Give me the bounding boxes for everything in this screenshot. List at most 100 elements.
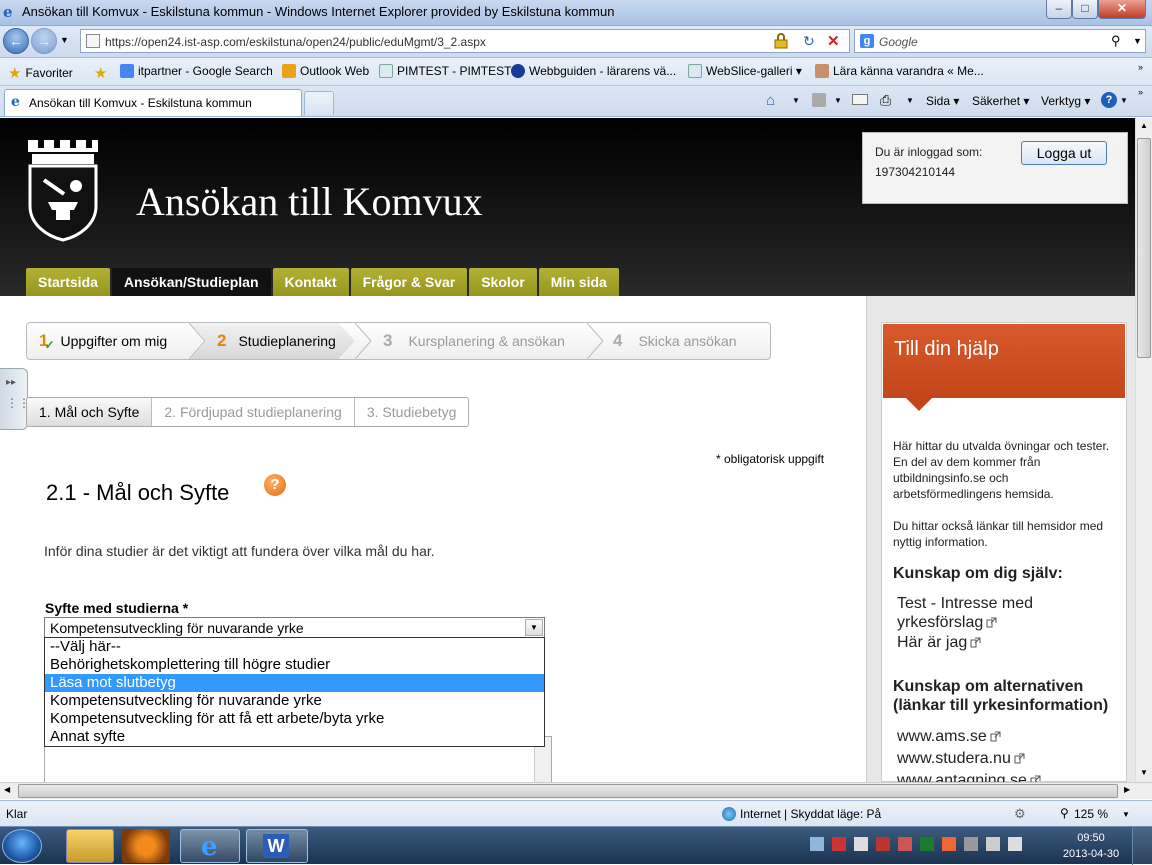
vertical-scroll-thumb[interactable] [1137,138,1151,358]
help-icon[interactable]: ? [1101,92,1117,108]
status-text: Klar [6,807,28,821]
help-dropdown-icon[interactable]: ▼ [1120,96,1128,105]
horizontal-scrollbar[interactable]: ◀ ▶ [0,782,1152,799]
scroll-down-icon[interactable]: ▼ [1140,768,1148,777]
stop-icon[interactable]: ✕ [827,32,840,50]
ie-page-icon [688,64,702,78]
option-nuvarande-yrke[interactable]: Kompetensutveckling för nuvarande yrke [45,692,544,710]
minimize-button[interactable]: – [1046,0,1072,19]
tray-icon[interactable] [898,837,912,851]
fav-item-itpartner[interactable]: itpartner - Google Search [120,64,273,78]
rss-dropdown-icon[interactable]: ▼ [834,96,842,105]
browser-tab-active[interactable]: e Ansökan till Komvux - Eskilstuna kommu… [4,89,302,116]
option-slutbetyg[interactable]: Läsa mot slutbetyg [45,674,544,692]
maximize-button[interactable]: □ [1072,0,1098,19]
page-menu[interactable]: Sida ▾ [926,94,959,108]
media-player-taskbar-icon[interactable] [122,829,170,863]
link-har-ar-jag[interactable]: Här är jag [897,633,981,653]
link-antagning[interactable]: www.antagning.se [897,771,1041,782]
lock-icon[interactable] [774,33,788,49]
ie-taskbar-icon[interactable]: e [180,829,240,863]
nav-kontakt[interactable]: Kontakt [272,268,349,296]
search-options-icon[interactable]: ▼ [1133,36,1142,46]
explorer-taskbar-icon[interactable] [66,829,114,863]
word-taskbar-icon[interactable]: W [246,829,308,863]
tray-icon[interactable] [876,837,890,851]
link-yrkesforslag[interactable]: yrkesförslag [897,613,997,633]
horizontal-scroll-thumb[interactable] [18,784,1118,798]
search-icon[interactable]: ⚲ [1111,33,1121,49]
option-byta-yrke[interactable]: Kompetensutveckling för att få ett arbet… [45,710,544,728]
step-2[interactable]: 2 Studieplanering [217,323,336,359]
nav-fragor[interactable]: Frågor & Svar [350,268,468,296]
step-3[interactable]: 3 Kursplanering & ansökan [383,323,565,359]
scroll-up-icon[interactable]: ▲ [1140,121,1148,130]
home-icon[interactable]: ⌂ [766,92,775,109]
fav-item-webbguiden[interactable]: Webbguiden - lärarens vä... [511,64,676,78]
favorites-button[interactable]: ★ Favoriter [8,64,73,82]
fav-item-outlook[interactable]: Outlook Web [282,64,369,78]
tray-icon[interactable] [832,837,846,851]
clock[interactable]: 09:50 2013-04-30 [1060,830,1122,862]
home-dropdown-icon[interactable]: ▼ [792,96,800,105]
link-studera[interactable]: www.studera.nu [897,749,1025,769]
tray-icon[interactable] [942,837,956,851]
tools-menu[interactable]: Verktyg ▾ [1041,94,1090,108]
scroll-left-icon[interactable]: ◀ [4,785,10,794]
subtab-mal-och-syfte[interactable]: 1. Mål och Syfte [27,398,153,426]
fav-item-webslice[interactable]: WebSlice-galleri ▾ [688,64,802,78]
option-annat[interactable]: Annat syfte [45,728,544,746]
site-header: Ansökan till Komvux Du är inloggad som: … [0,118,1135,296]
show-desktop-button[interactable] [1132,827,1152,865]
network-icon[interactable] [986,837,1000,851]
onenote-icon[interactable] [920,837,934,851]
vertical-scrollbar[interactable]: ▲ ▼ [1135,118,1152,782]
zoom-dropdown-icon[interactable]: ▼ [1122,810,1130,819]
safety-menu[interactable]: Säkerhet ▾ [972,94,1029,108]
option-valj[interactable]: --Välj här-- [45,638,544,656]
tray-icon[interactable] [964,837,978,851]
new-tab-button[interactable] [304,91,334,115]
history-dropdown-icon[interactable]: ▼ [60,35,69,45]
link-test-intresse[interactable]: Test - Intresse med [897,594,1033,614]
rss-icon[interactable] [812,93,826,107]
mail-icon[interactable] [852,94,868,105]
zoom-icon[interactable]: ⚲ [1060,806,1069,820]
more-favorites-icon[interactable]: » [1138,62,1143,72]
back-button[interactable]: ← [3,28,29,54]
tray-icons[interactable] [810,837,1050,853]
chevron-down-icon[interactable]: ▼ [525,619,543,636]
print-icon[interactable]: ⎙ [880,92,891,109]
link-ams[interactable]: www.ams.se [897,727,1001,747]
protected-mode-icon[interactable]: ⚙ [1014,806,1026,822]
zoom-level[interactable]: 125 % [1074,807,1108,821]
forward-button[interactable]: → [31,28,57,54]
tray-icon[interactable] [854,837,868,851]
more-commands-icon[interactable]: » [1138,87,1143,97]
syfte-select[interactable]: Kompetensutveckling för nuvarande yrke ▼ [44,617,545,638]
tray-icon[interactable] [810,837,824,851]
subtab-fordjupad[interactable]: 2. Fördjupad studieplanering [152,398,355,426]
nav-ansokan[interactable]: Ansökan/Studieplan [111,268,271,296]
close-button[interactable]: ✕ [1098,0,1146,19]
refresh-icon[interactable]: ↻ [803,33,815,50]
nav-min-sida[interactable]: Min sida [538,268,619,296]
scroll-right-icon[interactable]: ▶ [1124,785,1130,794]
step-1[interactable]: 1 ✓ Uppgifter om mig [39,323,167,359]
search-field[interactable]: g Google ⚲ ▼ [854,29,1146,53]
nav-startsida[interactable]: Startsida [26,268,110,296]
volume-icon[interactable] [1008,837,1022,851]
fav-item-pimtest[interactable]: PIMTEST - PIMTEST [379,64,511,78]
logout-button[interactable]: Logga ut [1021,141,1107,165]
print-dropdown-icon[interactable]: ▼ [906,96,914,105]
url-field[interactable]: https://open24.ist-asp.com/eskilstuna/op… [80,29,850,53]
add-favorite-icon[interactable]: ★ [94,64,107,82]
help-question-icon[interactable]: ? [264,474,286,496]
nav-skolor[interactable]: Skolor [469,268,537,296]
start-button[interactable] [2,829,42,863]
side-expand-handle[interactable]: ▸▸ ⋮⋮ [0,368,30,430]
option-behorighet[interactable]: Behörighetskomplettering till högre stud… [45,656,544,674]
step-4[interactable]: 4 Skicka ansökan [613,323,737,359]
subtab-studiebetyg[interactable]: 3. Studiebetyg [354,398,469,426]
fav-item-lara[interactable]: Lära känna varandra « Me... [815,64,984,78]
